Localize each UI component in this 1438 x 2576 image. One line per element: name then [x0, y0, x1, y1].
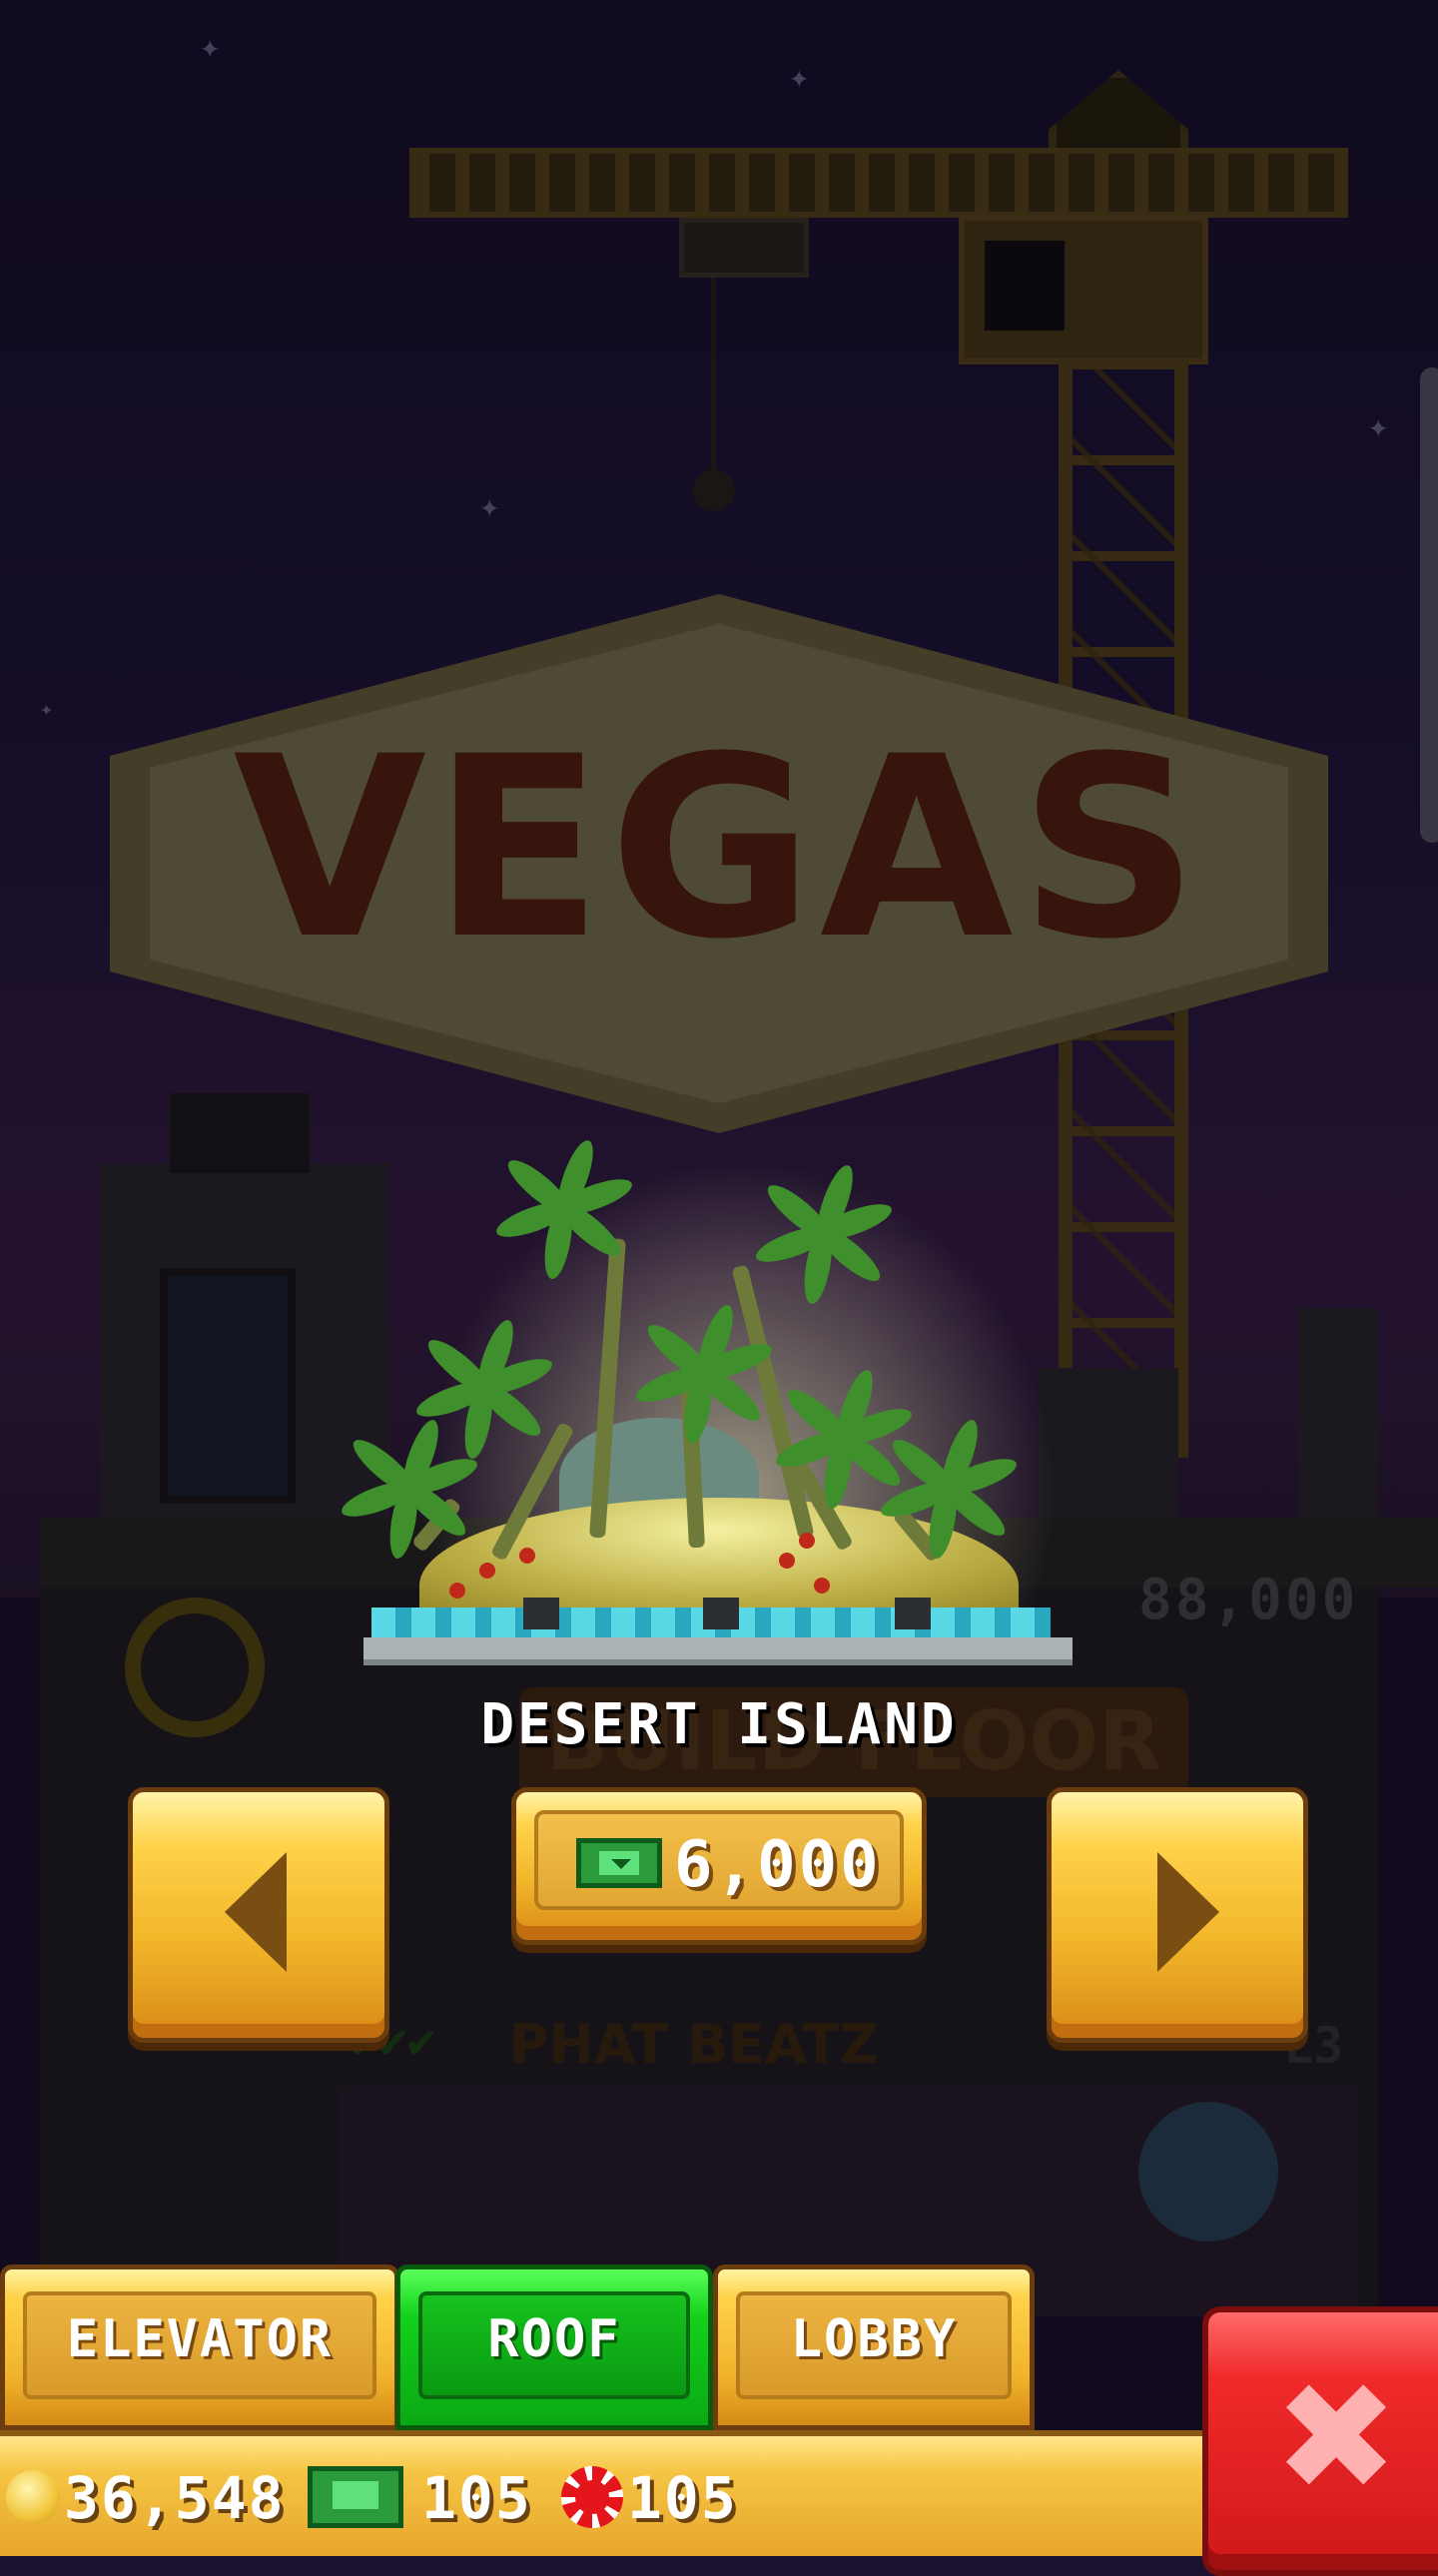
background-building-roof	[170, 1093, 310, 1173]
previous-item-button[interactable]	[128, 1787, 389, 2043]
tab-roof-label: ROOF	[418, 2291, 690, 2399]
background-floor-name: PHAT BEATZ	[509, 2013, 879, 2076]
background-door	[160, 1268, 296, 1504]
tab-elevator[interactable]: ELEVATOR	[0, 2264, 399, 2430]
star-icon: ✦	[479, 486, 500, 526]
crane-jib	[409, 148, 1348, 218]
vegas-sign-text: VEGAS	[233, 703, 1205, 993]
elevator-wheel	[125, 1598, 265, 1737]
background-building	[1298, 1308, 1378, 1528]
background-floor-price: 88,000	[1138, 1568, 1359, 1632]
tower-bux-icon	[308, 2466, 403, 2528]
chips-count: 105	[627, 2464, 738, 2532]
star-icon: ✦	[40, 697, 54, 722]
item-price: 6,000	[674, 1828, 882, 1902]
arrow-left-icon	[225, 1852, 287, 1972]
disco-ball	[1138, 2102, 1278, 2242]
item-name: DESERT ISLAND	[480, 1692, 958, 1757]
star-icon: ✦	[789, 57, 810, 97]
star-icon: ✦	[200, 27, 221, 67]
vegas-sign: VEGAS	[110, 594, 1328, 1133]
close-icon: ✖	[1273, 2351, 1399, 2525]
star-icon: ✦	[1368, 406, 1389, 446]
coin-icon	[6, 2470, 60, 2524]
tab-lobby[interactable]: LOBBY	[713, 2264, 1035, 2430]
close-button[interactable]: ✖	[1202, 2306, 1438, 2576]
casino-chip-icon	[561, 2466, 623, 2528]
buy-item-button[interactable]: 6,000	[511, 1787, 927, 1945]
tower-bux-icon	[576, 1838, 662, 1888]
coins-count: 36,548	[64, 2464, 286, 2532]
crane-hook	[693, 469, 735, 511]
tab-elevator-label: ELEVATOR	[23, 2291, 376, 2399]
tab-roof[interactable]: ROOF	[395, 2264, 713, 2430]
background-building	[1039, 1368, 1178, 1528]
tab-lobby-label: LOBBY	[736, 2291, 1012, 2399]
arrow-right-icon	[1157, 1852, 1219, 1972]
side-scroll-handle[interactable]	[1420, 367, 1438, 843]
crane-cab	[959, 215, 1208, 364]
crane-cable	[711, 278, 716, 477]
next-item-button[interactable]	[1047, 1787, 1308, 2043]
bux-count: 105	[421, 2464, 532, 2532]
resource-bar: 36,548 105 105	[0, 2430, 1218, 2556]
crane-hook-block	[679, 218, 809, 278]
